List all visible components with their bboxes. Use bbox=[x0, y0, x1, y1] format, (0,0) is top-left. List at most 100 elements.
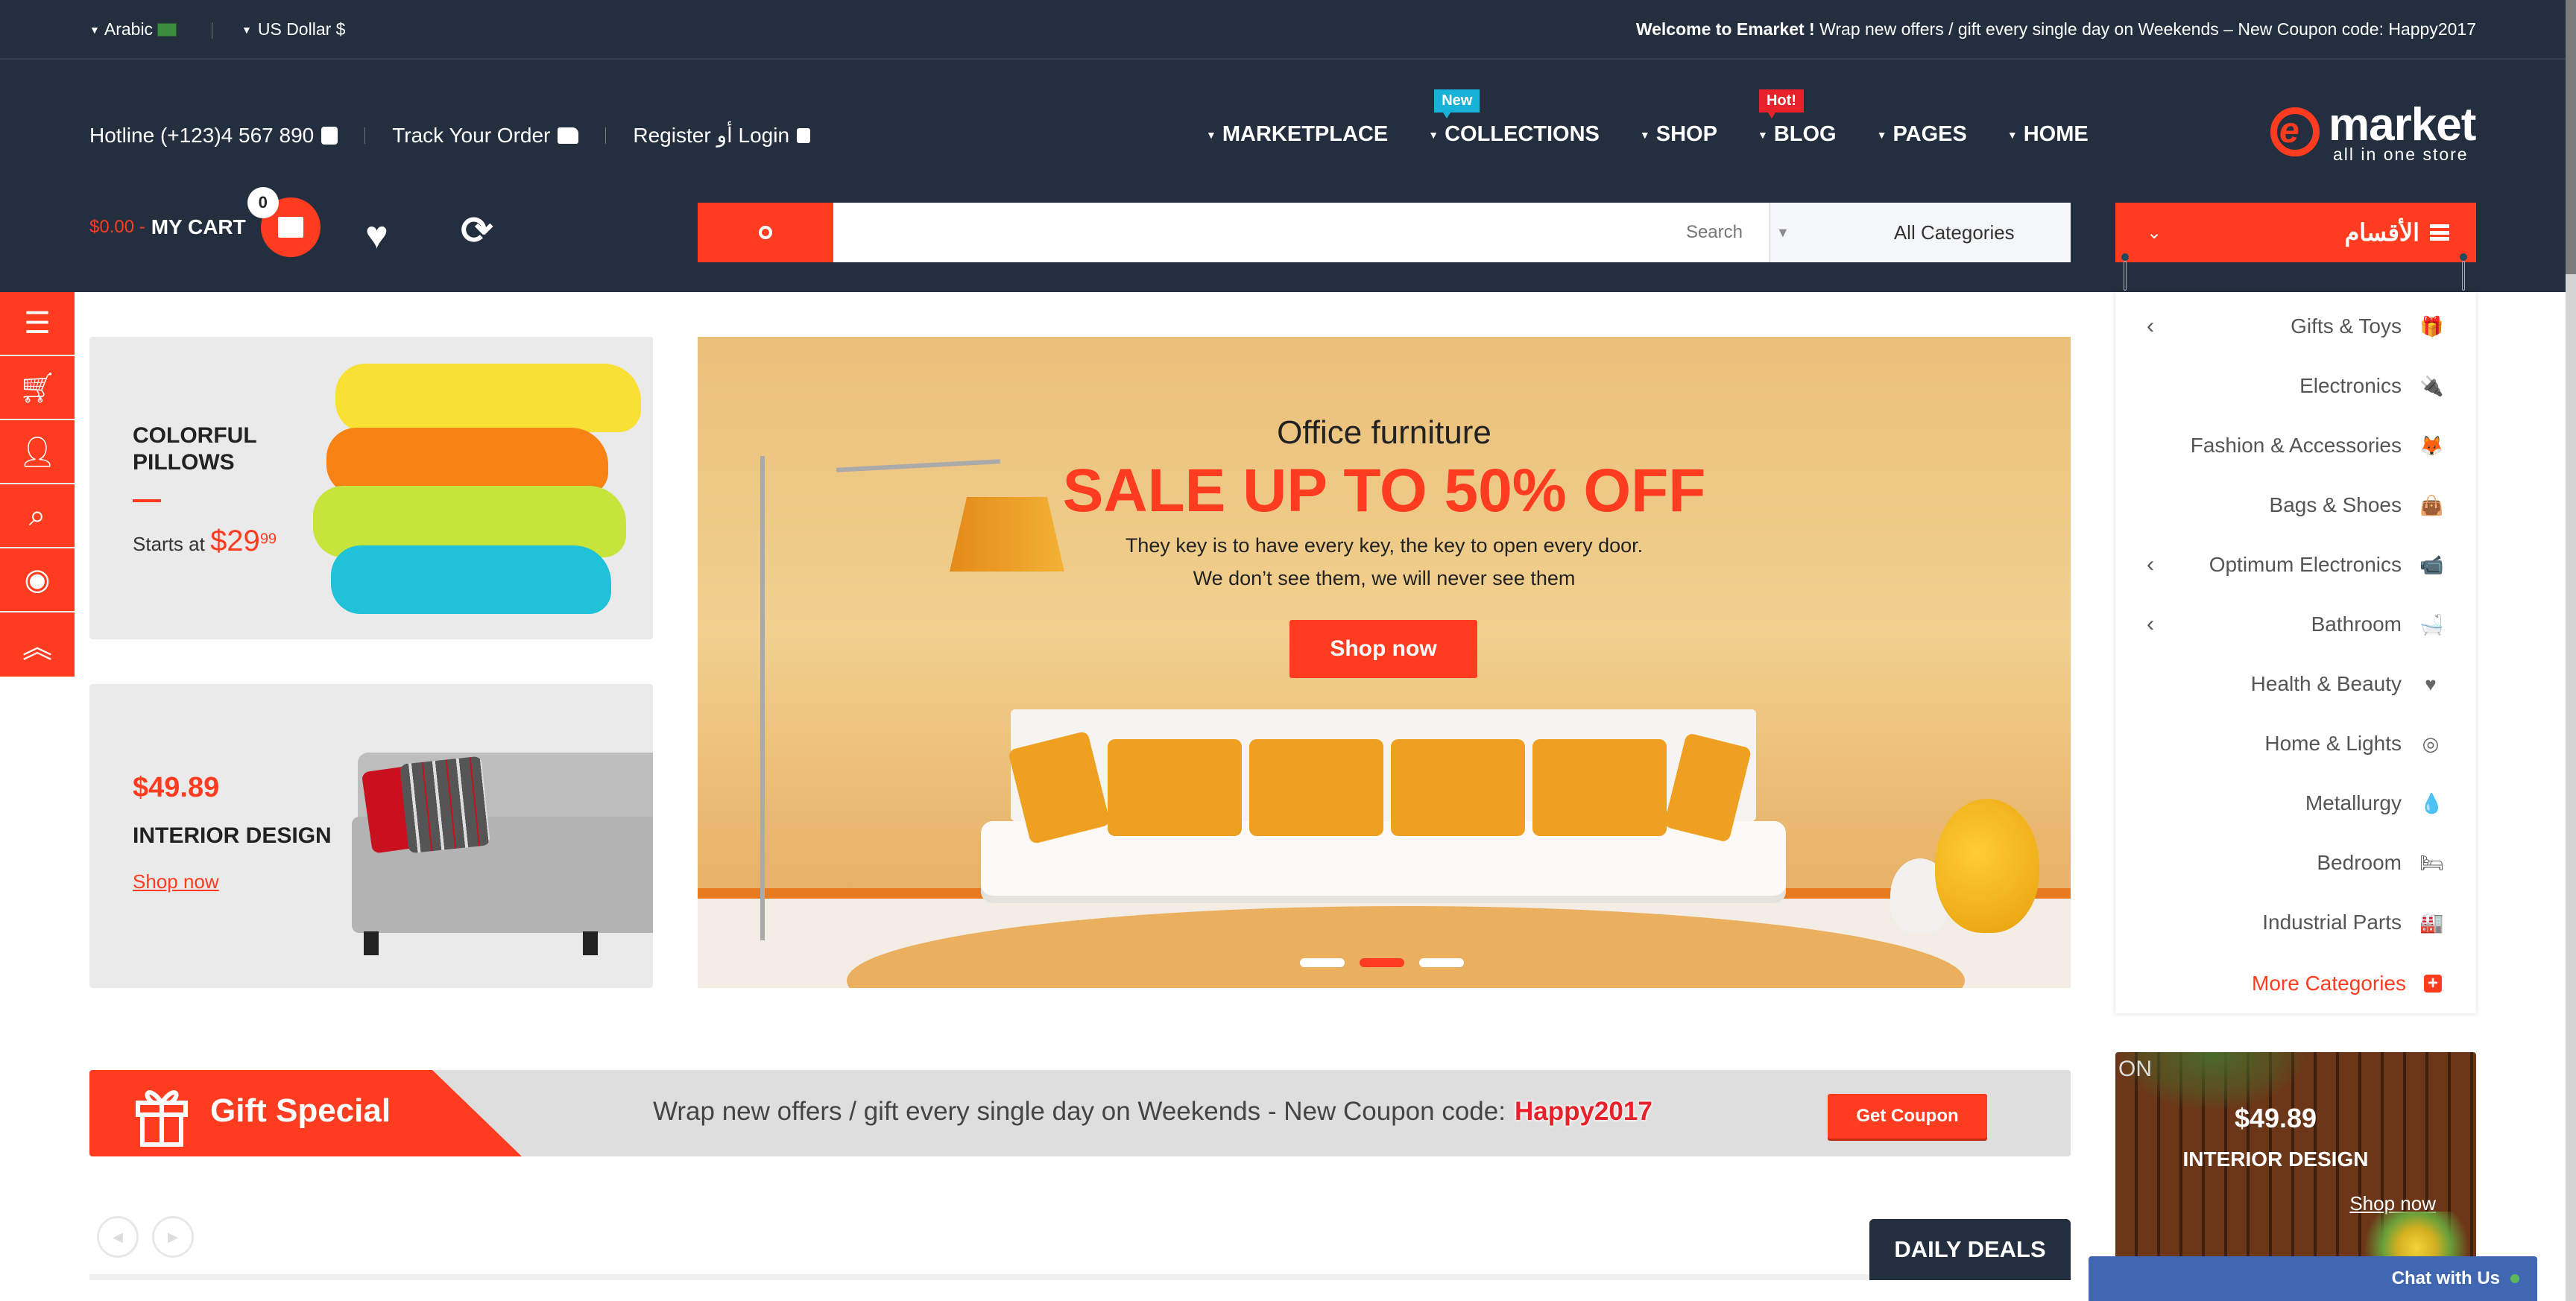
search-icon bbox=[759, 226, 772, 239]
nav-marketplace[interactable]: ▼ MARKETPLACE bbox=[1206, 122, 1388, 147]
caret-down-icon: ▼ bbox=[242, 23, 252, 36]
category-item[interactable]: Home & Lights ◎ bbox=[2115, 714, 2476, 773]
user-icon[interactable]: 👤︎ bbox=[0, 420, 75, 484]
plus-square-icon: + bbox=[2424, 975, 2442, 993]
caret-down-icon: ▼ bbox=[1776, 224, 1790, 240]
welcome-bold: Welcome to Emarket ! bbox=[1635, 19, 1815, 39]
cushion bbox=[1532, 739, 1667, 836]
mini-cart[interactable]: $0.00 - MY CART 0 bbox=[89, 187, 321, 257]
promo-title: INTERIOR DESIGN bbox=[2182, 1148, 2369, 1171]
white-sofa-image bbox=[981, 709, 1786, 918]
nav-pages[interactable]: ▼ PAGES bbox=[1877, 122, 1967, 147]
shopping-bag-icon bbox=[277, 217, 303, 238]
pillow-image bbox=[331, 545, 611, 614]
resize-handle[interactable] bbox=[2460, 253, 2467, 298]
language-selector[interactable]: ▼ Arabic bbox=[89, 19, 177, 39]
category-item[interactable]: Bedroom 🛏 bbox=[2115, 833, 2476, 893]
menu-list-icon[interactable]: ☰ bbox=[0, 292, 75, 356]
video-camera-icon: 📹 bbox=[2419, 553, 2444, 576]
category-item[interactable]: ‹ Gifts & Toys 🎁 bbox=[2115, 297, 2476, 356]
hero-headline: SALE UP TO 50% OFF bbox=[1062, 457, 1706, 525]
cart-label: MY CART bbox=[151, 215, 246, 238]
bullseye-icon: ◎ bbox=[2422, 732, 2440, 755]
category-label: Bags & Shoes bbox=[2269, 493, 2402, 516]
resize-handle[interactable] bbox=[2121, 253, 2129, 298]
logo-word: market bbox=[2329, 99, 2476, 151]
more-categories-link[interactable]: More Categories + bbox=[2115, 954, 2476, 1013]
nav-home[interactable]: ▼ HOME bbox=[2007, 122, 2089, 147]
promo-interior-design[interactable]: $49.89 INTERIOR DESIGN Shop now bbox=[89, 684, 653, 988]
price-cents: 99 bbox=[259, 531, 277, 548]
search-input[interactable] bbox=[833, 203, 1770, 262]
handle-dot bbox=[2460, 253, 2467, 261]
category-label: Bedroom bbox=[2317, 851, 2402, 874]
cart-total: $0.00 - bbox=[89, 217, 145, 237]
slider-dot-active[interactable] bbox=[1360, 958, 1404, 967]
category-select[interactable]: ▼ All Categories bbox=[1770, 203, 2071, 262]
track-order-link[interactable]: Track Your Order bbox=[392, 124, 579, 148]
nav-collections[interactable]: New ▼ COLLECTIONS bbox=[1428, 89, 1600, 147]
nav-shop[interactable]: ▼ SHOP bbox=[1640, 122, 1717, 147]
logo-tagline: all in one store bbox=[2333, 145, 2469, 164]
slider-dot[interactable] bbox=[1300, 958, 1345, 967]
side-toolbar: ☰ 🛒︎ 👤︎ ⌕ ◉ ︽ bbox=[0, 292, 75, 677]
category-item[interactable]: Metallurgy 💧 bbox=[2115, 773, 2476, 833]
scroll-top-icon[interactable]: ︽ bbox=[0, 612, 75, 677]
nav-blog[interactable]: Hot! ▼ BLOG bbox=[1758, 89, 1837, 147]
category-item[interactable]: Bags & Shoes 👜 bbox=[2115, 475, 2476, 535]
site-header: ▼ Arabic ▼ US Dollar $ Welcome to Emarke… bbox=[0, 0, 2566, 292]
phone-icon bbox=[321, 126, 338, 145]
cart-button[interactable]: 0 bbox=[247, 187, 321, 257]
search-button[interactable] bbox=[698, 203, 833, 262]
register-login-label: Register أو Login bbox=[633, 124, 790, 147]
chevron-left-icon: ‹ bbox=[2147, 314, 2154, 338]
hero-description: They key is to have every key, the key t… bbox=[698, 529, 2071, 595]
cart-icon[interactable]: 🛒︎ bbox=[0, 356, 75, 420]
shop-now-link[interactable]: Shop now bbox=[133, 870, 219, 893]
compare-refresh-icon[interactable]: ⟳ bbox=[461, 212, 493, 250]
register-login-link[interactable]: Register أو Login bbox=[633, 123, 811, 148]
hero-shop-now-button[interactable]: Shop now bbox=[1289, 620, 1477, 678]
categories-menu: ‹ Gifts & Toys 🎁 Electronics 🔌 Fashion & Acce… bbox=[2115, 292, 2476, 1013]
promo-colorful-pillows[interactable]: COLORFUL PILLOWS Starts at $2999 bbox=[89, 337, 653, 639]
hotline-label: Hotline (+123)4 567 890 bbox=[89, 123, 315, 147]
get-coupon-button[interactable]: Get Coupon bbox=[1828, 1094, 1987, 1139]
deals-next-button[interactable]: ▶ bbox=[152, 1216, 194, 1258]
currency-selector[interactable]: ▼ US Dollar $ bbox=[242, 19, 345, 39]
page: ▼ Arabic ▼ US Dollar $ Welcome to Emarke… bbox=[0, 0, 2566, 1301]
category-item[interactable]: Fashion & Accessories 🦊 bbox=[2115, 416, 2476, 475]
wishlist-heart-icon[interactable]: ♥ bbox=[365, 216, 388, 255]
corner-text: ON bbox=[2118, 1057, 2152, 1081]
nav-label: COLLECTIONS bbox=[1445, 122, 1600, 146]
gift-icon bbox=[136, 1090, 188, 1147]
search-icon[interactable]: ⌕ bbox=[0, 484, 75, 548]
hotline[interactable]: Hotline (+123)4 567 890 bbox=[89, 124, 338, 148]
page-scrollbar[interactable] bbox=[2566, 0, 2576, 1301]
category-item[interactable]: ‹ Optimum Electronics 📹 bbox=[2115, 535, 2476, 595]
contact-links: Hotline (+123)4 567 890 Track Your Order… bbox=[89, 123, 811, 148]
new-badge: New bbox=[1434, 89, 1480, 118]
category-item[interactable]: Industrial Parts 🏭 bbox=[2115, 893, 2476, 952]
eye-icon[interactable]: ◉ bbox=[0, 548, 75, 612]
slider-dot[interactable] bbox=[1419, 958, 1464, 967]
category-item[interactable]: Health & Beauty ♥ bbox=[2115, 654, 2476, 714]
fox-icon: 🦊 bbox=[2419, 434, 2444, 457]
search-bar: ▼ All Categories bbox=[698, 203, 2071, 262]
deals-prev-button[interactable]: ◀ bbox=[97, 1216, 139, 1258]
chat-with-us-button[interactable]: Chat with Us bbox=[2089, 1256, 2537, 1301]
welcome-text: Wrap new offers / gift every single day … bbox=[1814, 19, 2476, 39]
gift-special-banner: Gift Special Wrap new offers / gift ever… bbox=[89, 1070, 2071, 1156]
category-item[interactable]: Electronics 🔌 bbox=[2115, 356, 2476, 416]
price-value: $29 bbox=[210, 525, 260, 557]
site-logo[interactable]: e market all in one store bbox=[2270, 99, 2478, 164]
gift-message: Wrap new offers / gift every single day … bbox=[653, 1097, 1652, 1127]
categories-toggle[interactable]: ⌄ الأقسام bbox=[2115, 203, 2476, 262]
divider bbox=[133, 499, 161, 502]
sofa-seat bbox=[981, 821, 1786, 903]
nav-label: MARKETPLACE bbox=[1222, 122, 1389, 146]
shopping-bag-icon: 👜 bbox=[2419, 493, 2444, 516]
category-item[interactable]: ‹ Bathroom 🛁 bbox=[2115, 595, 2476, 654]
starts-at-label: Starts at bbox=[133, 533, 205, 555]
cushion bbox=[1391, 739, 1525, 836]
scrollbar-thumb[interactable] bbox=[2566, 0, 2576, 274]
